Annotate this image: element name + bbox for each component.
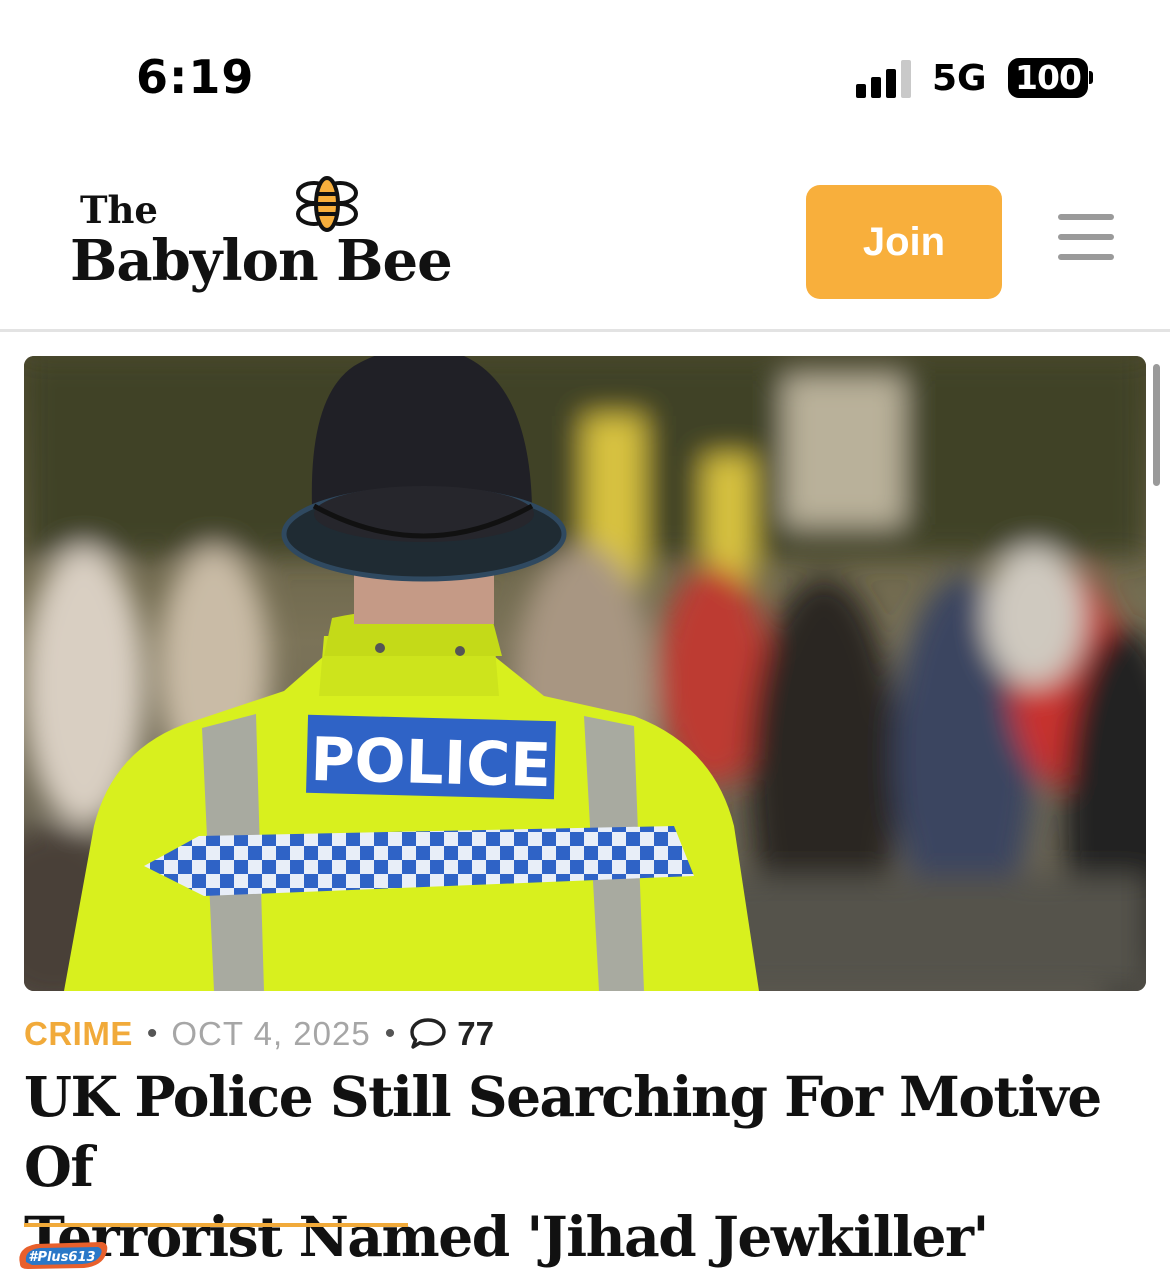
status-time: 6:19 [136,50,255,104]
headline-underline [24,1223,408,1227]
headline-line-2: Terrorist Named 'Jihad Jewkiller' [24,1204,989,1269]
join-button[interactable]: Join [806,185,1002,299]
article-date: OCT 4, 2025 [171,1015,371,1052]
article-headline[interactable]: UK Police Still Searching For Motive Of … [24,1062,1134,1272]
police-patch-text: POLICE [310,725,552,801]
site-logo[interactable]: The Babylon Bee [70,172,470,302]
scroll-indicator[interactable] [1153,364,1160,486]
bee-logo-icon [296,176,358,232]
watermark-text: #Plus613 [28,1250,95,1265]
police-officer-photo: POLICE [24,356,1146,991]
status-bar: 6:19 5G 100 [0,0,1170,150]
plus613-watermark-logo: #Plus613 [19,1242,108,1269]
logo-text-the: The [80,188,158,232]
comment-count[interactable]: 77 [457,1015,494,1053]
article-category[interactable]: CRIME [24,1015,133,1053]
meta-separator: • [384,1017,396,1050]
battery-tip [1089,71,1093,84]
signal-strength-icon [856,60,911,98]
header-divider [0,329,1170,332]
logo-text-name: Babylon Bee [70,228,453,294]
battery-icon: 100 [1008,58,1088,98]
headline-line-1: UK Police Still Searching For Motive Of [24,1064,1102,1199]
hamburger-menu-icon[interactable] [1058,214,1114,260]
article-hero-image[interactable]: POLICE [24,356,1146,991]
meta-separator: • [146,1017,158,1050]
battery-level: 100 [1015,58,1082,97]
speech-bubble-icon[interactable] [409,1017,447,1051]
article-meta: CRIME • OCT 4, 2025 • 77 [24,1012,494,1056]
site-header: The Babylon Bee Join [0,150,1170,330]
network-type: 5G [932,58,987,99]
